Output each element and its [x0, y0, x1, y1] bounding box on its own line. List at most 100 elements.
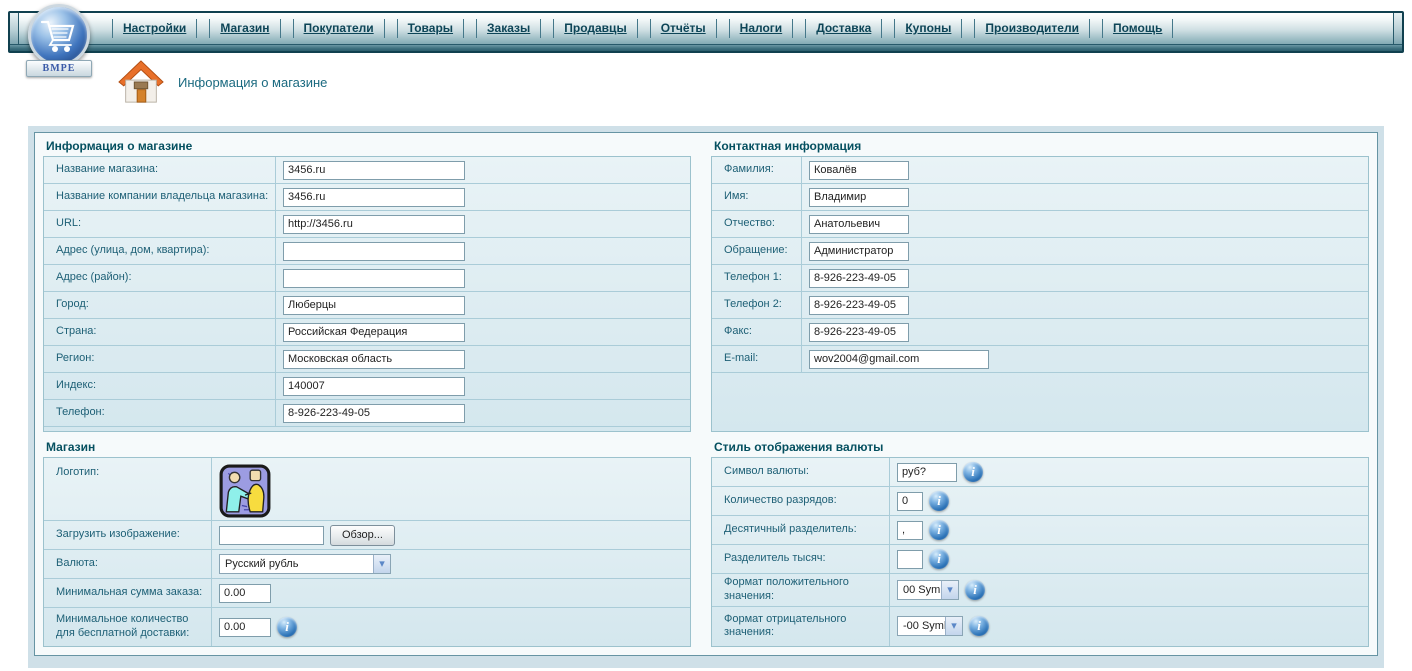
field-label: Телефон 1: — [712, 265, 802, 291]
currency-select[interactable]: Русский рубль ▾ — [219, 554, 391, 574]
info-icon[interactable]: i — [277, 617, 297, 637]
form-row: Телефон: — [44, 400, 690, 427]
currency-style-heading: Стиль отображения валюты — [714, 440, 1369, 454]
phone1-input[interactable] — [809, 269, 909, 288]
form-row: Название магазина: — [44, 157, 690, 184]
form-row: Разделитель тысяч: i — [712, 545, 1368, 574]
nav-item-orders[interactable]: Заказы — [476, 19, 541, 38]
browse-button[interactable]: Обзор... — [330, 525, 395, 546]
field-label: Телефон 2: — [712, 292, 802, 318]
navbar-bottom-strip — [10, 44, 1402, 51]
zip-input[interactable] — [283, 377, 465, 396]
contact-box: Фамилия: Имя: Отчество: Обращение: — [711, 156, 1369, 432]
form-row: Формат положительного значения: 00 Symb … — [712, 574, 1368, 607]
shop-info-heading: Информация о магазине — [46, 139, 691, 153]
field-label: Факс: — [712, 319, 802, 345]
info-icon[interactable]: i — [929, 491, 949, 511]
nav-item-shipping[interactable]: Доставка — [805, 19, 882, 38]
form-row: Символ валюты: i — [712, 458, 1368, 487]
min-free-qty-input[interactable] — [219, 618, 271, 637]
salutation-input[interactable] — [809, 242, 909, 261]
nav-item-help[interactable]: Помощь — [1102, 19, 1173, 38]
navbar-endcap-right — [1393, 13, 1402, 44]
info-icon[interactable]: i — [963, 462, 983, 482]
page-title: Информация о магазине — [178, 75, 327, 90]
form-row: URL: — [44, 211, 690, 238]
panel-grid: Информация о магазине Название магазина:… — [43, 136, 1369, 647]
shop-name-input[interactable] — [283, 161, 465, 180]
field-label: Название магазина: — [44, 157, 276, 183]
middlename-input[interactable] — [809, 215, 909, 234]
field-label: Адрес (район): — [44, 265, 276, 291]
field-label: Обращение: — [712, 238, 802, 264]
chevron-down-icon: ▾ — [945, 617, 962, 635]
navbar-gradient: Настройки Магазин Покупатели Товары Зака… — [10, 13, 1402, 44]
info-icon[interactable]: i — [965, 580, 985, 600]
form-row: Имя: — [712, 184, 1368, 211]
field-label: Десятичный разделитель: — [712, 516, 890, 544]
currency-style-box: Символ валюты: i Количество разрядов: i — [711, 457, 1369, 647]
nav-item-vendors[interactable]: Продавцы — [553, 19, 637, 38]
url-input[interactable] — [283, 215, 465, 234]
field-label: Логотип: — [44, 458, 212, 520]
app-logo[interactable]: BMPE — [26, 4, 94, 80]
field-label: Валюта: — [44, 550, 212, 578]
decimal-separator-input[interactable] — [897, 521, 923, 540]
form-row: Адрес (улица, дом, квартира): — [44, 238, 690, 265]
field-label: Отчество: — [712, 211, 802, 237]
city-input[interactable] — [283, 296, 465, 315]
info-icon[interactable]: i — [929, 520, 949, 540]
nav-item-shop[interactable]: Магазин — [209, 19, 280, 38]
form-row: Десятичный разделитель: i — [712, 516, 1368, 545]
info-icon[interactable]: i — [929, 549, 949, 569]
nav-item-taxes[interactable]: Налоги — [729, 19, 794, 38]
field-label: Разделитель тысяч: — [712, 545, 890, 573]
phone-input[interactable] — [283, 404, 465, 423]
field-label: Адрес (улица, дом, квартира): — [44, 238, 276, 264]
address-district-input[interactable] — [283, 269, 465, 288]
form-row: Загрузить изображение: Обзор... — [44, 521, 690, 550]
upload-file-input[interactable] — [219, 526, 324, 545]
field-label: Символ валюты: — [712, 458, 890, 486]
contact-heading: Контактная информация — [714, 139, 1369, 153]
field-label: URL: — [44, 211, 276, 237]
min-order-input[interactable] — [219, 584, 271, 603]
negative-format-select[interactable]: -00 Symb ▾ — [897, 616, 963, 636]
form-row: E-mail: — [712, 346, 1368, 373]
firstname-input[interactable] — [809, 188, 909, 207]
form-row: Минимальная сумма заказа: — [44, 579, 690, 608]
shop-logo-image — [219, 464, 271, 518]
fax-input[interactable] — [809, 323, 909, 342]
nav-item-reports[interactable]: Отчёты — [650, 19, 717, 38]
positive-format-select[interactable]: 00 Symb ▾ — [897, 580, 959, 600]
currency-symbol-input[interactable] — [897, 463, 957, 482]
field-label: Название компании владельца магазина: — [44, 184, 276, 210]
region-input[interactable] — [283, 350, 465, 369]
positive-format-value: 00 Symb — [898, 581, 941, 599]
country-input[interactable] — [283, 323, 465, 342]
content-wrapper: Информация о магазине Название магазина:… — [28, 126, 1384, 668]
field-label: Формат отрицательного значения: — [712, 607, 890, 647]
form-row: Город: — [44, 292, 690, 319]
nav-item-coupons[interactable]: Купоны — [894, 19, 962, 38]
nav-item-customers[interactable]: Покупатели — [293, 19, 385, 38]
page-title-row: Информация о магазине — [118, 58, 327, 106]
nav-item-settings[interactable]: Настройки — [112, 19, 197, 38]
company-name-input[interactable] — [283, 188, 465, 207]
chevron-down-icon: ▾ — [941, 581, 958, 599]
currency-select-value: Русский рубль — [220, 555, 373, 573]
form-row: Индекс: — [44, 373, 690, 400]
thousands-separator-input[interactable] — [897, 550, 923, 569]
nav-item-manufacturers[interactable]: Производители — [974, 19, 1090, 38]
form-row: Логотип: — [44, 458, 690, 521]
phone2-input[interactable] — [809, 296, 909, 315]
field-label: E-mail: — [712, 346, 802, 372]
email-input[interactable] — [809, 350, 989, 369]
decimal-places-input[interactable] — [897, 492, 923, 511]
field-label: Страна: — [44, 319, 276, 345]
info-icon[interactable]: i — [969, 616, 989, 636]
nav-item-products[interactable]: Товары — [397, 19, 464, 38]
form-row: Фамилия: — [712, 157, 1368, 184]
lastname-input[interactable] — [809, 161, 909, 180]
address-street-input[interactable] — [283, 242, 465, 261]
